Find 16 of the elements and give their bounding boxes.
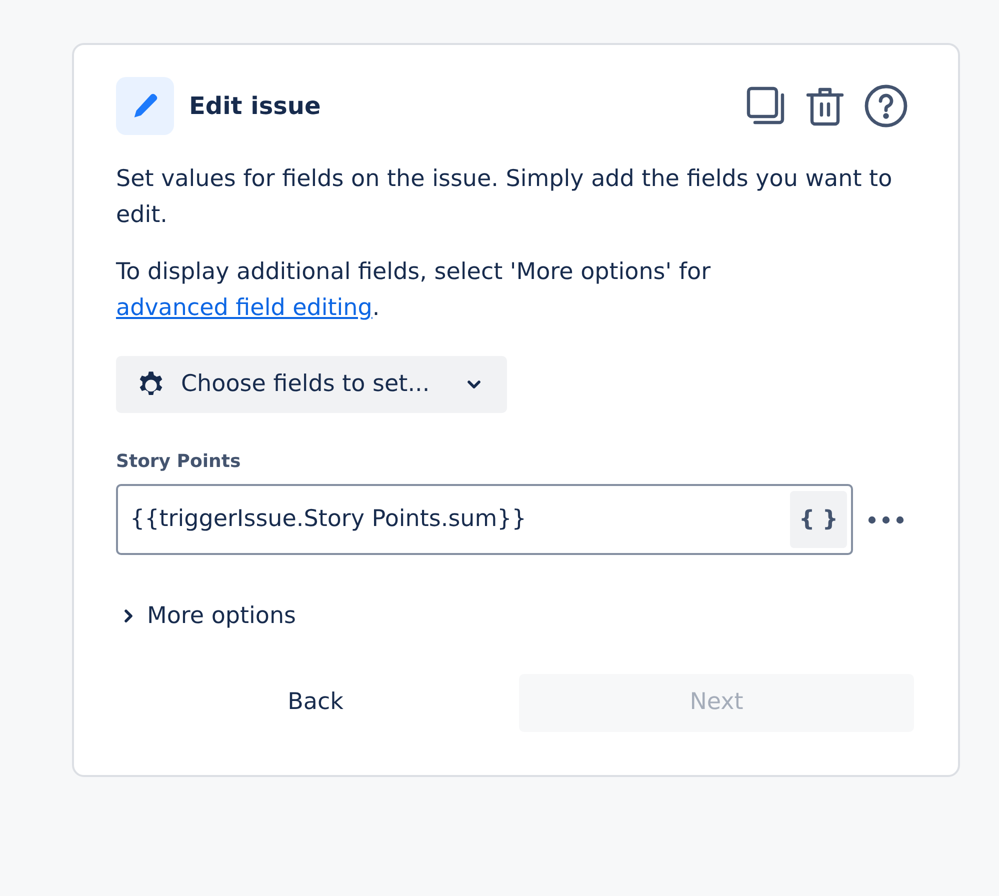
trash-icon[interactable] [806, 86, 844, 126]
pencil-icon [116, 77, 174, 135]
choose-fields-dropdown[interactable]: Choose fields to set... [116, 356, 507, 413]
back-button[interactable]: Back [118, 674, 513, 732]
more-options-toggle[interactable]: More options [116, 599, 296, 634]
help-icon[interactable] [864, 84, 908, 128]
chevron-down-icon [467, 380, 481, 389]
panel-title: Edit issue [189, 91, 321, 122]
field-label: Story Points [116, 451, 242, 473]
advanced-field-editing-link[interactable]: advanced field editing [116, 295, 372, 321]
description-text: Set values for fields on the issue. Simply add the fields you want to edit. [116, 165, 894, 230]
more-icon[interactable] [868, 516, 904, 524]
description-text: To display additional fields, select 'More options' for advanced field editing. [116, 258, 712, 323]
text-field[interactable]: {{triggerIssue.Story Points.sum}} { } [116, 484, 853, 555]
copy-icon[interactable] [746, 86, 786, 126]
smart-value-button[interactable]: { } [790, 491, 847, 548]
